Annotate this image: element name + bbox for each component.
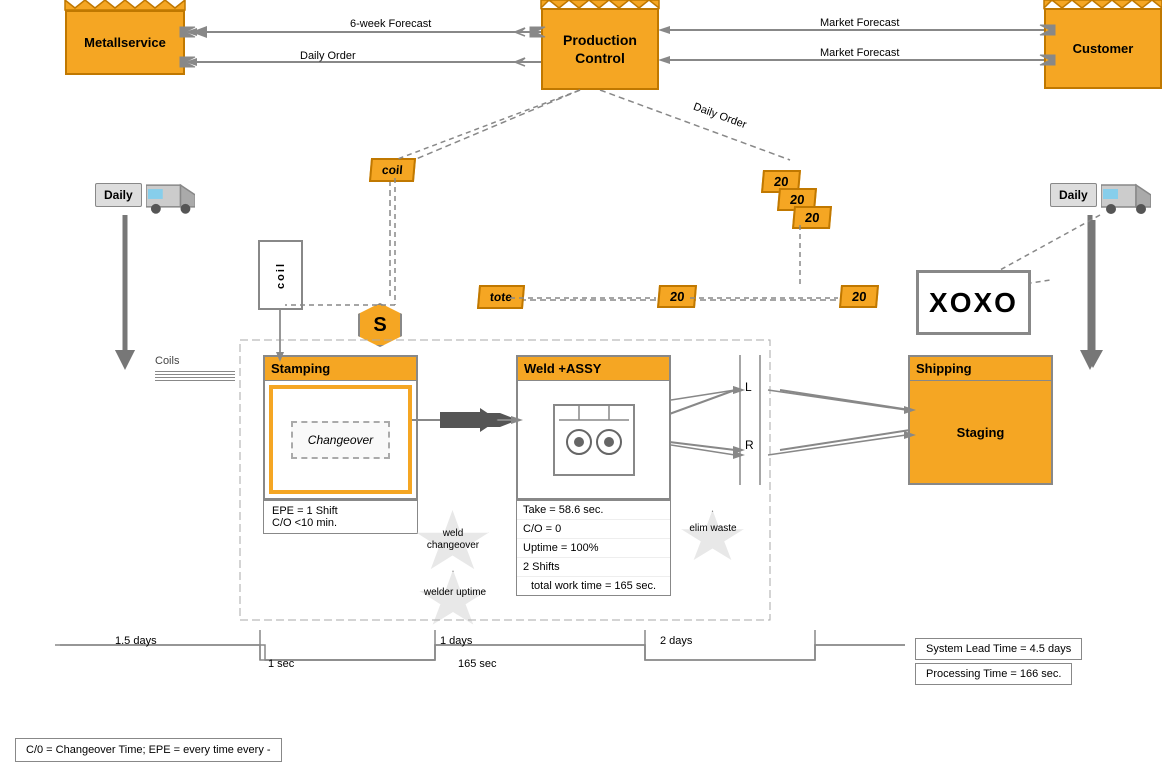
legend-box: C/0 = Changeover Time; EPE = every time … — [15, 738, 282, 762]
daily-order-left-label: Daily Order — [300, 50, 356, 62]
forecast-6week-label: 6-week Forecast — [350, 18, 431, 30]
shipping-title: Shipping — [910, 357, 1051, 381]
push-icon-s: S — [358, 303, 402, 347]
welder-uptime-burst: welder uptime — [418, 570, 488, 630]
xoxo-box: XOXO — [916, 270, 1031, 335]
kanban-before-shipping: 20 — [839, 285, 879, 308]
customer-label: Customer — [1073, 41, 1134, 56]
tote-tag: tote — [477, 285, 525, 309]
metallservice-box: Metallservice — [65, 10, 185, 75]
timeline-t2: 1 days — [440, 635, 472, 647]
timeline-p1: 1 sec — [268, 658, 294, 670]
right-truck: Daily — [1050, 170, 1160, 220]
left-truck-icon — [146, 175, 195, 215]
left-truck-label: Daily — [95, 183, 142, 207]
processing-time-box: Processing Time = 166 sec. — [915, 663, 1072, 685]
weld-machine-icon — [549, 400, 639, 480]
shipping-body: Staging — [910, 381, 1051, 483]
market-forecast-top-label: Market Forecast — [820, 17, 899, 29]
metallservice-label: Metallservice — [84, 35, 166, 50]
timeline-svg — [55, 630, 915, 680]
coil-tag-top: coil — [369, 158, 416, 182]
system-lead-time-box: System Lead Time = 4.5 days — [915, 638, 1082, 660]
stamping-process: Stamping Changeover — [263, 355, 418, 500]
diagram-container: Metallservice ProductionControl Customer… — [0, 0, 1162, 770]
l-label: L — [745, 380, 752, 394]
production-control-label: ProductionControl — [563, 31, 637, 67]
elim-waste-burst — [680, 510, 745, 565]
right-truck-label: Daily — [1050, 183, 1097, 207]
coils-inventory: Coils — [155, 355, 235, 383]
stamping-title: Stamping — [265, 357, 416, 381]
stamping-info: EPE = 1 Shift C/O <10 min. — [263, 500, 418, 534]
r-label: R — [745, 438, 754, 452]
timeline-t3: 2 days — [660, 635, 692, 647]
left-truck: Daily — [95, 170, 195, 220]
market-forecast-bottom-label: Market Forecast — [820, 47, 899, 59]
shipping-process: Shipping Staging — [908, 355, 1053, 485]
kanban-box-3: 20 — [792, 206, 832, 229]
timeline-p2: 165 sec — [458, 658, 497, 670]
weld-assy-body — [518, 381, 669, 498]
daily-order-right-label: Daily Order — [692, 101, 748, 131]
coil-symbol: coil — [258, 240, 303, 310]
customer-box: Customer — [1044, 8, 1162, 89]
lr-buffer — [735, 355, 765, 485]
weld-changeover-label: weld changeover — [418, 528, 488, 552]
elim-waste-label: elim waste — [682, 523, 744, 535]
welder-uptime-label: welder uptime — [420, 587, 490, 599]
weld-assy-process: Weld +ASSY — [516, 355, 671, 500]
kanban-mid: 20 — [657, 285, 697, 308]
stamping-body: Changeover — [269, 385, 412, 494]
right-truck-icon — [1101, 175, 1151, 215]
weld-assy-title: Weld +ASSY — [518, 357, 669, 381]
production-control-box: ProductionControl — [541, 8, 659, 90]
timeline-t1: 1.5 days — [115, 635, 157, 647]
weld-info: Take = 58.6 sec. C/O = 0 Uptime = 100% 2… — [516, 500, 671, 596]
